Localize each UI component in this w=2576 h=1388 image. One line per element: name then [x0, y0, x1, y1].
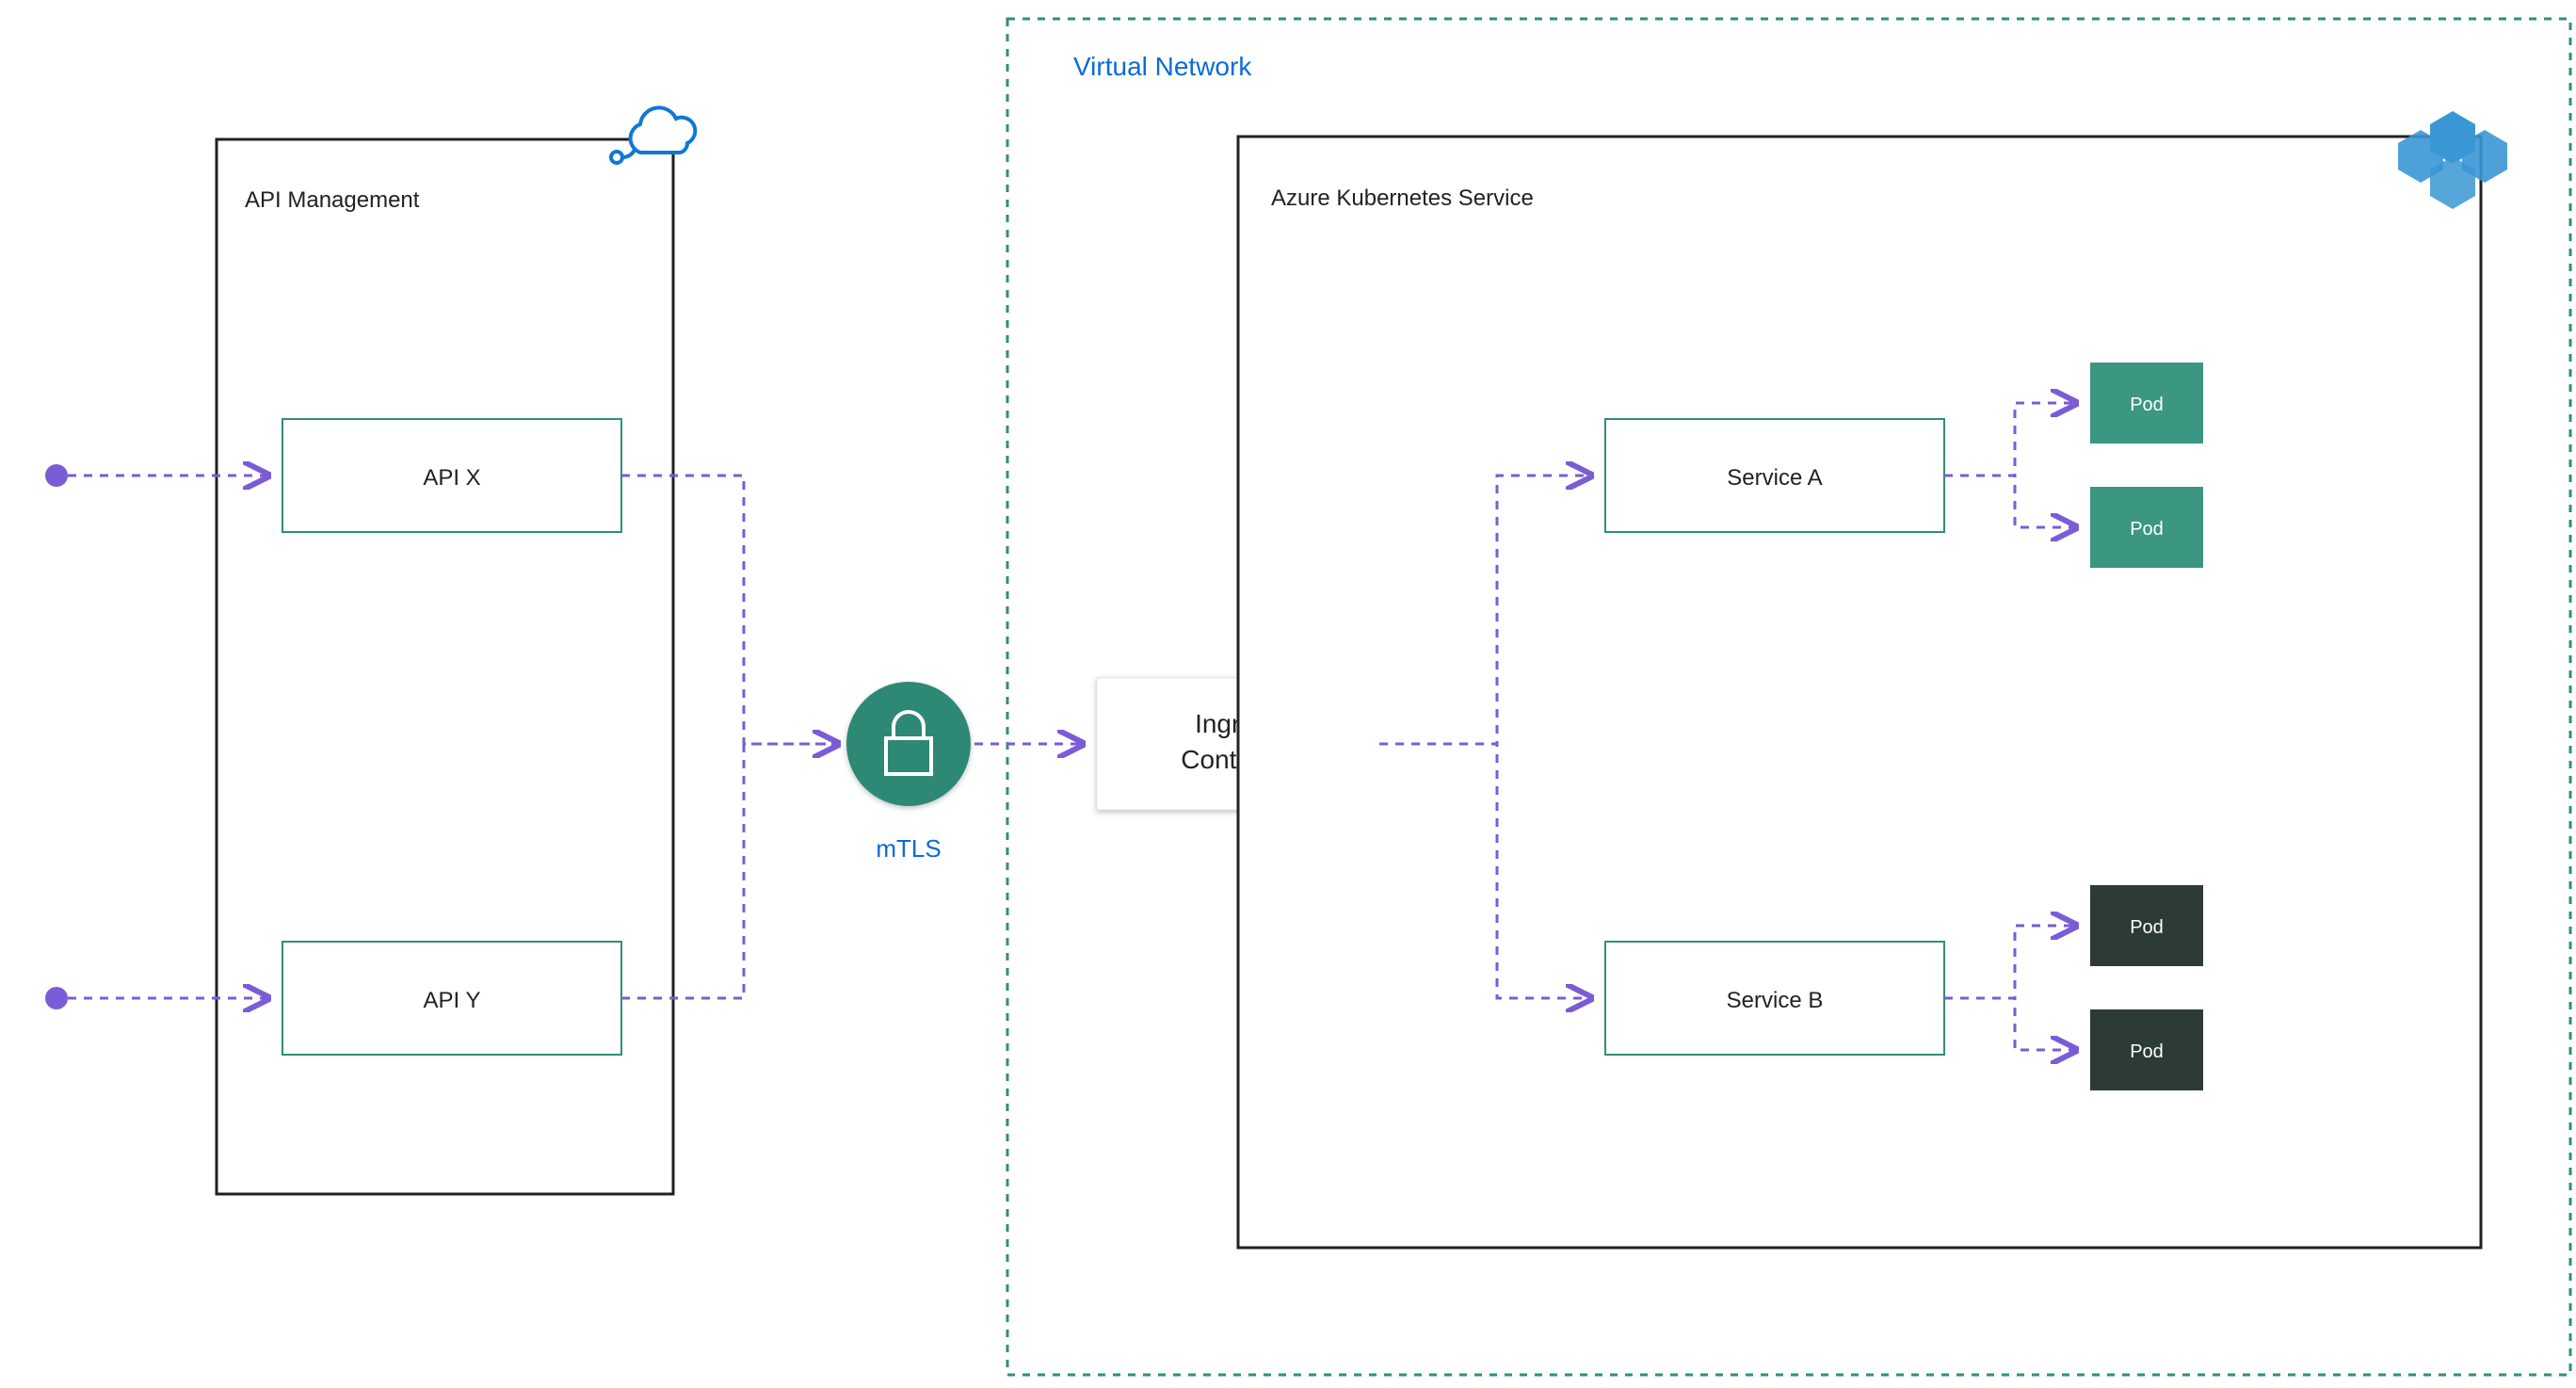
- vnet-title: Virtual Network: [1073, 52, 1252, 81]
- api-x-label: API X: [423, 465, 480, 491]
- service-a-box: Service A: [1605, 419, 1944, 532]
- service-b-label: Service B: [1727, 988, 1824, 1013]
- aks-title: Azure Kubernetes Service: [1271, 186, 1534, 211]
- pod-b2: Pod: [2090, 1009, 2203, 1090]
- pod-b1-label: Pod: [2130, 917, 2164, 938]
- pod-b2-label: Pod: [2130, 1041, 2164, 1062]
- mtls-icon: mTLS: [846, 682, 971, 863]
- pod-b1: Pod: [2090, 885, 2203, 966]
- service-a-label: Service A: [1727, 465, 1822, 491]
- api-x-box: API X: [282, 419, 621, 532]
- pod-a1-label: Pod: [2130, 395, 2164, 415]
- apim-title: API Management: [245, 187, 420, 213]
- entry-dot-y: [45, 987, 68, 1009]
- api-y-label: API Y: [424, 988, 481, 1013]
- mtls-label: mTLS: [876, 834, 941, 863]
- pod-a1: Pod: [2090, 363, 2203, 444]
- service-b-box: Service B: [1605, 942, 1944, 1055]
- aks-container: Azure Kubernetes Service: [1238, 111, 2507, 1248]
- entry-dot-x: [45, 464, 68, 487]
- pod-a2-label: Pod: [2130, 519, 2164, 540]
- pod-a2: Pod: [2090, 487, 2203, 568]
- api-y-box: API Y: [282, 942, 621, 1055]
